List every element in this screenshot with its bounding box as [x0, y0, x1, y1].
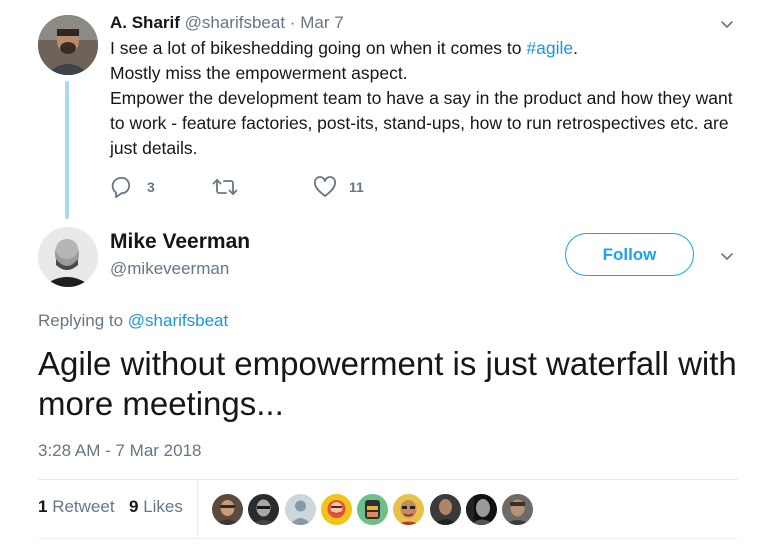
- parent-tweet-line: I see a lot of bikeshedding going on whe…: [110, 38, 578, 58]
- liker-avatar[interactable]: [393, 494, 424, 525]
- parent-author-name[interactable]: A. Sharif: [110, 13, 180, 32]
- liker-avatar[interactable]: [248, 494, 279, 525]
- parent-author-avatar[interactable]: [38, 15, 98, 75]
- thread-connector-line: [65, 81, 69, 219]
- parent-tweet-line: Mostly miss the empowerment aspect.: [110, 63, 408, 83]
- parent-tweet-date[interactable]: Mar 7: [300, 13, 343, 32]
- retweets-stat[interactable]: 1 Retweet: [38, 497, 115, 517]
- hashtag-link[interactable]: #agile: [526, 38, 573, 58]
- follow-button[interactable]: Follow: [565, 233, 694, 276]
- liker-avatar-default[interactable]: [285, 494, 316, 525]
- heart-icon: [313, 176, 337, 198]
- parent-tweet-menu-chevron-down-icon[interactable]: [720, 17, 734, 36]
- author-handle[interactable]: @mikeveerman: [110, 259, 229, 279]
- liker-avatar[interactable]: [321, 494, 352, 525]
- parent-tweet-header: A. Sharif @sharifsbeat · Mar 7: [110, 13, 344, 33]
- tweet-text: Agile without empowerment is just waterf…: [38, 345, 737, 422]
- liker-avatar[interactable]: [466, 494, 497, 525]
- parent-tweet-line: Empower the development team to have a s…: [110, 88, 733, 158]
- tweet-timestamp[interactable]: 3:28 AM - 7 Mar 2018: [38, 441, 201, 461]
- retweet-icon: [212, 176, 238, 198]
- stats-separator: [197, 480, 198, 537]
- retweets-label: Retweet: [52, 497, 115, 516]
- stats-divider-top: [38, 479, 738, 480]
- liker-avatar[interactable]: [502, 494, 533, 525]
- replying-to: Replying to @sharifsbeat: [38, 311, 229, 330]
- likes-count: 9: [129, 497, 139, 516]
- like-button[interactable]: 11: [313, 176, 364, 198]
- author-avatar[interactable]: [38, 227, 98, 287]
- likes-stat[interactable]: 9 Likes: [129, 497, 183, 517]
- like-count: 11: [349, 179, 364, 195]
- replying-to-mention[interactable]: @sharifsbeat: [128, 311, 228, 330]
- author-name[interactable]: Mike Veerman: [110, 229, 250, 255]
- liker-avatar[interactable]: [430, 494, 461, 525]
- reply-icon: [110, 176, 134, 198]
- stats-divider-bottom: [38, 538, 738, 539]
- liker-avatar[interactable]: [212, 494, 243, 525]
- parent-tweet-text: I see a lot of bikeshedding going on whe…: [110, 36, 740, 161]
- reply-count: 3: [147, 179, 155, 195]
- parent-author-handle[interactable]: @sharifsbeat: [185, 13, 285, 32]
- liker-avatar[interactable]: [357, 494, 388, 525]
- retweets-count: 1: [38, 497, 48, 516]
- header-separator: ·: [289, 13, 296, 32]
- retweet-button[interactable]: [212, 176, 238, 198]
- reply-button[interactable]: 3: [110, 176, 155, 198]
- tweet-menu-chevron-down-icon[interactable]: [720, 249, 734, 268]
- likes-label: Likes: [143, 497, 183, 516]
